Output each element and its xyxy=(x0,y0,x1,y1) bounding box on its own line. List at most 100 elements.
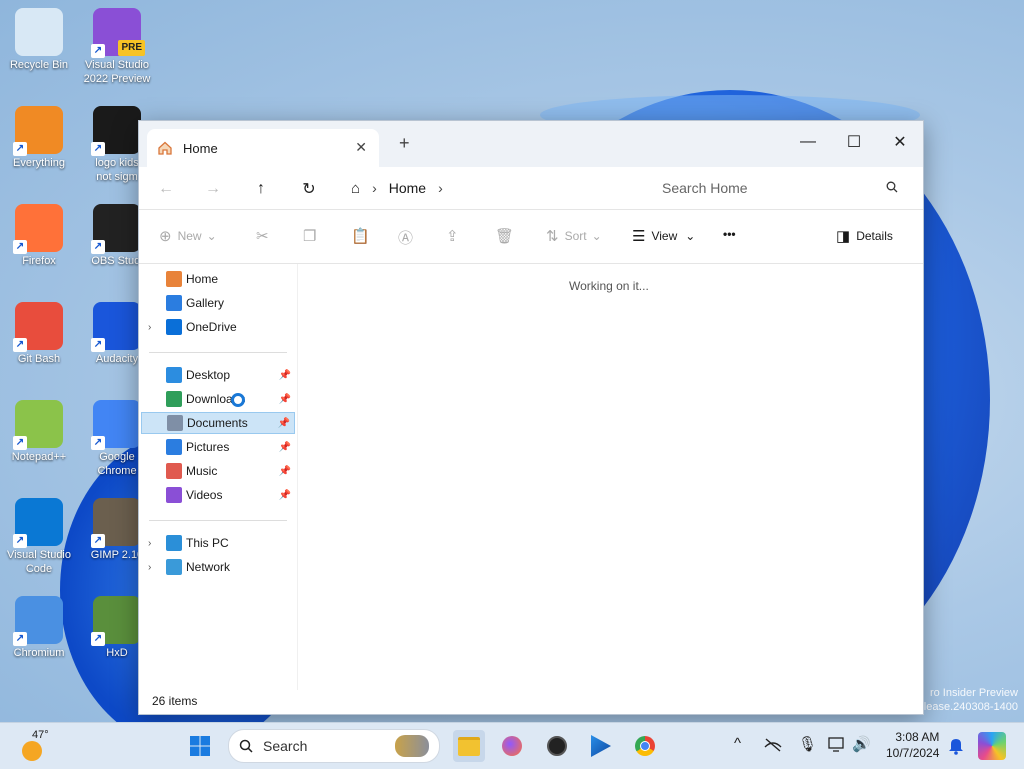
git-bash-icon: ↗ xyxy=(13,302,63,352)
nav-item-gallery[interactable]: Gallery xyxy=(141,292,295,314)
up-button[interactable]: ↑ xyxy=(247,177,275,201)
sort-button[interactable]: ⇅ Sort ⌄ xyxy=(546,227,602,245)
nav-item-videos[interactable]: Videos 📌 xyxy=(141,484,295,506)
address-bar[interactable]: ⌂ › Home › xyxy=(339,173,644,203)
forward-button[interactable]: → xyxy=(199,177,227,201)
share-button[interactable]: ⇪ xyxy=(446,227,465,245)
taskbar-obs[interactable] xyxy=(541,730,573,762)
delete-button[interactable]: 🗑 xyxy=(495,227,520,245)
notification-bell-icon[interactable] xyxy=(948,737,964,755)
clipboard-icon: 📋 xyxy=(351,228,370,245)
search-icon xyxy=(886,181,898,193)
desktop-icon[interactable]: ↗ Everything xyxy=(3,102,75,170)
nav-divider xyxy=(149,352,287,353)
view-button[interactable]: ☰ View ⌄ xyxy=(632,227,695,245)
chevron-down-icon: ⌄ xyxy=(206,229,217,243)
breadcrumb-home[interactable]: Home xyxy=(389,180,426,196)
copilot-preview-icon[interactable] xyxy=(978,732,1006,760)
cut-button[interactable]: ✂ xyxy=(256,227,275,245)
nav-item-pictures[interactable]: Pictures 📌 xyxy=(141,436,295,458)
refresh-button[interactable]: ↻ xyxy=(295,177,323,201)
file-list-area[interactable]: Working on it... xyxy=(299,264,923,690)
breadcrumb-separator-icon[interactable]: › xyxy=(372,180,377,196)
nav-item-network[interactable]: › Network xyxy=(141,556,295,578)
chevron-right-icon[interactable]: › xyxy=(148,322,151,333)
gimp-icon: ↗ xyxy=(91,498,141,548)
desktop-icon-label: Visual Studio Code xyxy=(6,549,71,575)
desktop-icon[interactable]: ↗ Firefox xyxy=(3,200,75,268)
pin-icon[interactable]: 📌 xyxy=(279,490,291,501)
weather-widget[interactable]: 47° xyxy=(20,729,60,763)
documents-icon xyxy=(167,415,183,431)
tab-home[interactable]: Home ✕ xyxy=(147,129,379,167)
chevron-down-icon: ⌄ xyxy=(591,229,602,243)
nav-item-onedrive[interactable]: › OneDrive xyxy=(141,316,295,338)
hxd-icon: ↗ xyxy=(91,596,141,646)
minimize-button[interactable]: — xyxy=(785,127,831,157)
search-box[interactable]: Search Home xyxy=(649,173,914,203)
more-options-button[interactable]: ••• xyxy=(723,227,736,241)
desktop-icon[interactable]: PRE ↗ Visual Studio 2022 Preview xyxy=(81,4,153,86)
search-input[interactable]: Search Home xyxy=(662,180,748,196)
volume-icon[interactable]: 🔊 xyxy=(852,735,871,753)
new-tab-button[interactable]: + xyxy=(399,133,410,154)
shortcut-arrow-icon: ↗ xyxy=(13,142,27,156)
recycle-bin-icon xyxy=(15,8,63,56)
copy-button[interactable]: ❐ xyxy=(303,227,322,245)
desktop-icon[interactable]: ↗ Visual Studio Code xyxy=(3,494,75,576)
display-icon[interactable] xyxy=(828,737,846,753)
network-disconnected-icon[interactable] xyxy=(764,738,782,752)
downloads-icon xyxy=(166,391,182,407)
chrome-icon xyxy=(635,736,655,756)
desktop-icon-label: Chromium xyxy=(13,647,65,659)
details-pane-button[interactable]: ◨ Details xyxy=(836,227,893,245)
nav-item-documents[interactable]: Documents 📌 xyxy=(141,412,295,434)
taskbar-file-explorer[interactable] xyxy=(453,730,485,762)
taskbar-video-editor[interactable] xyxy=(585,730,617,762)
microphone-icon[interactable]: 🎙 xyxy=(798,735,817,753)
paste-button[interactable]: 📋 xyxy=(351,227,376,245)
nav-item-downloads[interactable]: Downloads 📌 xyxy=(141,388,295,410)
desktop-icon[interactable]: ↗ Git Bash xyxy=(3,298,75,366)
nav-item-label: Music xyxy=(186,464,218,478)
system-clock[interactable]: 3:08 AM 10/7/2024 xyxy=(886,729,939,761)
nav-item-music[interactable]: Music 📌 xyxy=(141,460,295,482)
pin-icon[interactable]: 📌 xyxy=(279,370,291,381)
breadcrumb-expand-icon[interactable]: › xyxy=(438,180,443,196)
desktop-icon[interactable]: ↗ Chromium xyxy=(3,592,75,660)
chevron-right-icon[interactable]: › xyxy=(148,562,151,573)
desktop-icon-label: Firefox xyxy=(22,255,56,267)
taskbar-chrome[interactable] xyxy=(629,730,661,762)
taskbar-firefox[interactable] xyxy=(496,730,528,762)
show-hidden-icons-chevron-icon[interactable]: ^ xyxy=(734,735,741,752)
desktop-icon[interactable]: Recycle Bin xyxy=(3,4,75,72)
videos-icon xyxy=(166,487,182,503)
desktop-icon-label: Everything xyxy=(13,157,65,169)
close-window-button[interactable]: ✕ xyxy=(877,127,923,157)
pin-icon[interactable]: 📌 xyxy=(279,394,291,405)
home-icon[interactable]: ⌂ xyxy=(351,180,360,197)
shortcut-arrow-icon: ↗ xyxy=(91,240,105,254)
desktop-icon[interactable]: ↗ Notepad++ xyxy=(3,396,75,464)
nav-item-this-pc[interactable]: › This PC xyxy=(141,532,295,554)
start-button[interactable] xyxy=(184,730,216,762)
nav-divider xyxy=(149,520,287,521)
chevron-right-icon[interactable]: › xyxy=(148,538,151,549)
maximize-button[interactable]: ☐ xyxy=(831,127,877,157)
nav-item-home[interactable]: Home xyxy=(141,268,295,290)
close-tab-icon[interactable]: ✕ xyxy=(355,139,367,156)
obs-studio-icon: ↗ xyxy=(91,204,141,254)
nav-item-label: Documents xyxy=(187,416,248,430)
back-button[interactable]: ← xyxy=(152,177,180,201)
obs-studio-icon xyxy=(547,736,567,756)
rename-button[interactable]: Ⓐ xyxy=(398,227,419,248)
details-pane-icon: ◨ xyxy=(836,228,851,245)
desktop-icon-label: Git Bash xyxy=(17,353,61,365)
pin-icon[interactable]: 📌 xyxy=(278,418,290,429)
nav-item-desktop[interactable]: Desktop 📌 xyxy=(141,364,295,386)
taskbar: 47° Search ^ 🎙 🔊 3:08 AM 10/7/2024 xyxy=(0,722,1024,769)
taskbar-search[interactable]: Search xyxy=(228,729,440,763)
pin-icon[interactable]: 📌 xyxy=(279,442,291,453)
pin-icon[interactable]: 📌 xyxy=(279,466,291,477)
new-button[interactable]: ⊕ New ⌄ xyxy=(159,227,217,245)
